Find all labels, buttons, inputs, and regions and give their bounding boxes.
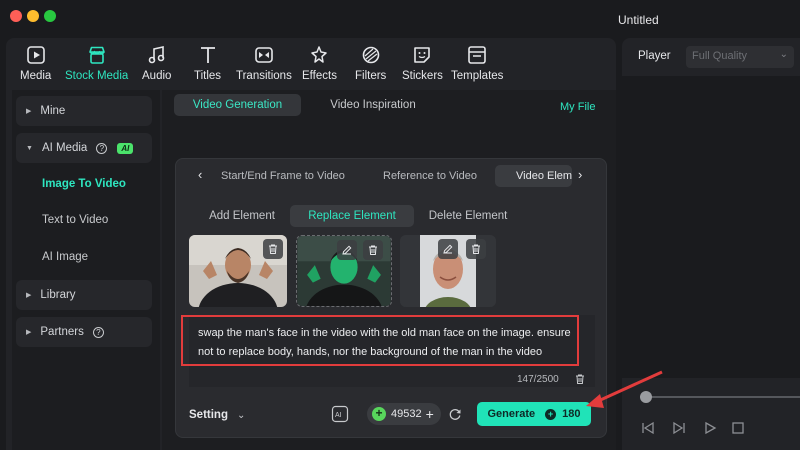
svg-text:AI: AI [335,412,342,419]
tool-media[interactable]: Media [20,44,51,82]
filters-icon [362,46,379,64]
tab-video-inspiration[interactable]: Video Inspiration [318,94,428,116]
sidebar-item-ai-image[interactable]: AI Image [42,251,88,263]
caret-down-icon: ▼ [26,144,33,152]
pencil-icon [342,245,352,255]
sidebar-item-partners[interactable]: ▶ Partners ? [16,317,152,347]
sidebar-item-image-to-video[interactable]: Image To Video [42,178,126,190]
thumbnail-reference-image[interactable] [400,235,496,307]
tool-templates[interactable]: Templates [451,44,503,82]
minimize-window-button[interactable] [27,10,39,22]
chevron-down-icon: ⌄ [236,410,246,421]
trash-icon [472,244,480,254]
subtab-add-element[interactable]: Add Element [200,205,284,227]
tool-stock-media[interactable]: Stock Media [65,44,128,82]
transitions-icon [255,47,273,63]
clear-prompt-trash-icon[interactable] [574,373,586,385]
titles-icon [200,47,215,63]
quality-dropdown[interactable]: Full Quality ⌄ [686,46,794,68]
ai-badge: AI [117,142,134,154]
sidebar-item-text-to-video[interactable]: Text to Video [42,214,108,226]
title-bar: Untitled [0,0,800,38]
sidebar-item-mine[interactable]: ▶ Mine [16,96,152,126]
maximize-window-button[interactable] [44,10,56,22]
generation-card: ‹ Start/End Frame to Video Reference to … [175,158,607,438]
toolbar: Media Stock Media Audio Titles Transitio… [6,38,616,90]
pencil-icon [443,244,453,254]
close-window-button[interactable] [10,10,22,22]
tab-start-end-frame[interactable]: Start/End Frame to Video [221,165,345,187]
player-panel: Player Full Quality ⌄ [622,38,800,450]
trash-icon [269,244,277,254]
tab-video-generation[interactable]: Video Generation [174,94,301,116]
generate-button[interactable]: Generate + 180 [477,402,591,426]
scrubber-handle[interactable] [640,391,652,403]
ai-prompt-icon[interactable]: AI [331,405,349,423]
subtab-delete-element[interactable]: Delete Element [422,205,514,227]
effects-icon [311,46,328,63]
audio-icon [148,46,165,64]
credit-coin-icon: + [545,408,557,420]
trash-icon [369,245,377,255]
caret-right-icon: ▶ [26,108,32,115]
subtab-replace-element[interactable]: Replace Element [290,205,414,227]
stop-icon[interactable] [730,420,746,436]
tool-effects[interactable]: Effects [302,44,337,82]
main-content: Video Generation Video Inspiration My Fi… [162,90,616,450]
tool-titles[interactable]: Titles [194,44,221,82]
caret-right-icon: ▶ [26,329,32,336]
delete-thumbnail-button[interactable] [363,240,383,260]
mode-tabs: ‹ Start/End Frame to Video Reference to … [176,165,608,189]
tool-transitions[interactable]: Transitions [236,44,292,82]
add-credits-icon[interactable]: + [426,406,434,422]
stickers-icon [414,47,431,63]
templates-icon [468,46,487,64]
tool-audio[interactable]: Audio [142,44,171,82]
play-icon[interactable] [702,420,718,436]
edit-thumbnail-button[interactable] [438,239,458,259]
character-counter: 147/2500 [517,374,559,385]
sidebar-item-ai-media[interactable]: ▼ AI Media ? AI [16,133,152,163]
credit-coin-icon: + [372,407,386,421]
app-window: Untitled Media Stock Media Audio Titles [0,0,800,450]
chevron-right-icon[interactable]: › [578,167,582,182]
tool-filters[interactable]: Filters [355,44,386,82]
media-panel: Media Stock Media Audio Titles Transitio… [6,38,616,450]
tab-reference-to-video[interactable]: Reference to Video [383,165,477,187]
prompt-highlight-box [181,315,579,366]
action-bar: Setting ⌄ AI + 49532 + Generate + 180 [176,399,608,433]
playback-scrubber[interactable] [640,396,800,398]
sidebar-item-library[interactable]: ▶ Library [16,280,152,310]
player-label: Player [638,50,671,62]
next-frame-icon[interactable] [671,420,687,436]
chevron-left-icon[interactable]: ‹ [198,167,202,182]
delete-thumbnail-button[interactable] [263,239,283,259]
video-preview [622,76,800,378]
my-file-link[interactable]: My File [560,101,595,113]
media-icon [26,46,45,64]
setting-dropdown[interactable]: Setting ⌄ [189,409,245,421]
tab-video-element[interactable]: Video Elem [495,165,572,187]
credits-balance[interactable]: + 49532 + [367,403,441,425]
sidebar: ▶ Mine ▼ AI Media ? AI Image To Video Te… [12,90,160,450]
help-icon[interactable]: ? [92,326,104,338]
thumbnail-source-video[interactable] [189,235,287,307]
refresh-icon[interactable] [448,407,462,421]
window-title: Untitled [618,13,659,27]
edit-thumbnail-button[interactable] [337,240,357,260]
previous-frame-icon[interactable] [640,420,656,436]
stock-media-icon [88,46,105,64]
chevron-down-icon: ⌄ [779,49,788,60]
tool-stickers[interactable]: Stickers [402,44,443,82]
caret-right-icon: ▶ [26,292,32,299]
help-icon[interactable]: ? [96,142,108,154]
thumbnail-mask-preview[interactable] [296,235,392,307]
delete-thumbnail-button[interactable] [466,239,486,259]
